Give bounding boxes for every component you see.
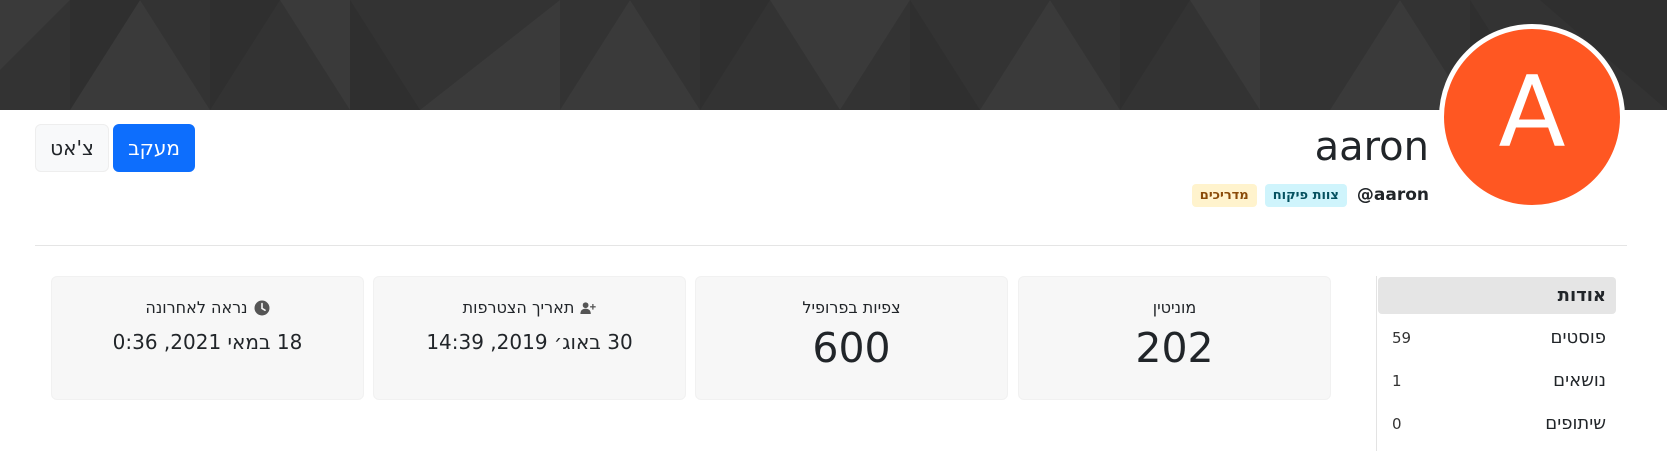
avatar-letter: A xyxy=(1498,56,1566,170)
sidebar-item-count: 59 xyxy=(1392,328,1412,347)
stat-value: 600 xyxy=(812,324,891,372)
sidebar-item-label: שיתופים xyxy=(1545,413,1606,434)
chat-button[interactable]: צ'אט xyxy=(35,124,109,172)
profile-page: A aaron @aaron צוות פיקוח מדריכים צ'אט מ… xyxy=(0,0,1667,451)
stat-label: צפיות בפרופיל xyxy=(802,298,901,317)
profile-username: @aaron xyxy=(1356,185,1429,205)
cover-pattern xyxy=(0,0,1667,110)
stat-label: תאריך הצטרפות xyxy=(462,298,575,317)
sidebar-item-posts[interactable]: פוסטים 59 xyxy=(1378,319,1616,356)
group-badge[interactable]: צוות פיקוח xyxy=(1264,183,1347,207)
stat-value: 30 באוג׳ 2019, 14:39 xyxy=(426,330,633,354)
group-badge[interactable]: מדריכים xyxy=(1191,183,1257,207)
stat-value: 202 xyxy=(1135,324,1214,372)
profile-meta: @aaron צוות פיקוח מדריכים xyxy=(1191,182,1429,208)
sidebar-item-label: נושאים xyxy=(1553,370,1606,391)
cover-image xyxy=(0,0,1667,110)
stat-reputation: מוניטין 202 xyxy=(1018,276,1331,400)
stat-label-row: נראה לאחרונה xyxy=(145,298,270,317)
stat-joined: תאריך הצטרפות 30 באוג׳ 2019, 14:39 xyxy=(373,276,686,400)
user-plus-icon xyxy=(580,301,597,314)
profile-actions: צ'אט מעקב xyxy=(35,124,195,172)
sidebar-item-count: 0 xyxy=(1392,414,1402,433)
stat-profile-views: צפיות בפרופיל 600 xyxy=(695,276,1008,400)
avatar[interactable]: A xyxy=(1439,24,1625,210)
sidebar-item-shares[interactable]: שיתופים 0 xyxy=(1378,405,1616,442)
follow-button[interactable]: מעקב xyxy=(113,124,195,172)
stat-label-row: תאריך הצטרפות xyxy=(463,298,597,317)
sidebar-item-count: 1 xyxy=(1392,371,1402,390)
clock-icon xyxy=(254,300,270,315)
sidebar-item-topics[interactable]: נושאים 1 xyxy=(1378,362,1616,399)
profile-sidebar: אודות פוסטים 59 נושאים 1 שיתופים 0 xyxy=(1376,276,1626,451)
sidebar-item-label: פוסטים xyxy=(1550,327,1606,348)
stat-value: 18 במאי 2021, 0:36 xyxy=(112,330,303,354)
stat-last-seen: נראה לאחרונה 18 במאי 2021, 0:36 xyxy=(51,276,364,400)
sidebar-item-label: אודות xyxy=(1557,285,1606,306)
profile-fullname: aaron xyxy=(1314,124,1429,170)
stat-label: נראה לאחרונה xyxy=(145,298,248,317)
sidebar-item-about[interactable]: אודות xyxy=(1378,277,1616,314)
divider xyxy=(35,245,1627,246)
stat-label: מוניטין xyxy=(1152,298,1197,317)
